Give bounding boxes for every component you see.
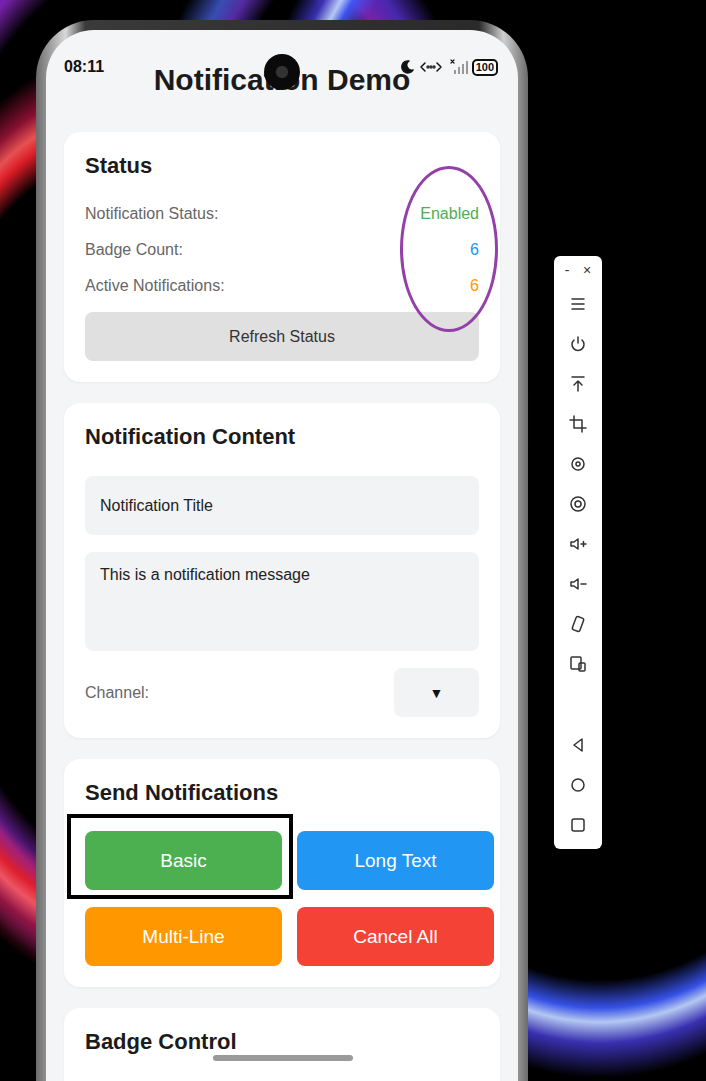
- home-indicator[interactable]: [213, 1055, 353, 1061]
- data-transfer-icon: [418, 59, 444, 75]
- badge-card: Badge Control: [64, 1008, 500, 1081]
- toolbar-button[interactable]: [554, 364, 602, 404]
- toolbar-button[interactable]: [554, 444, 602, 484]
- status-card: Status Notification Status: Enabled Badge C…: [64, 132, 500, 382]
- moon-icon: [398, 59, 414, 75]
- dropdown-arrow-icon: ▼: [430, 685, 444, 701]
- send-button[interactable]: Cancel All: [297, 907, 494, 966]
- toolbar-button[interactable]: [554, 404, 602, 444]
- badge-heading: Badge Control: [85, 1028, 479, 1056]
- toolbar-button[interactable]: [554, 524, 602, 564]
- channel-dropdown[interactable]: ▼: [394, 668, 479, 717]
- title-field[interactable]: Notification Title: [85, 476, 479, 535]
- volume-up-icon[interactable]: [569, 535, 587, 553]
- channel-row: Channel: ▼: [85, 668, 479, 717]
- battery-level: 100: [472, 59, 498, 76]
- back-icon[interactable]: [569, 736, 587, 754]
- status-icons: 100: [398, 59, 498, 76]
- toolbar-button[interactable]: [554, 644, 602, 684]
- power-icon[interactable]: [569, 335, 587, 353]
- phone-screen: 08:11100Notification DemoStatusNotificat…: [46, 30, 518, 1081]
- annotation-ellipse: [400, 166, 498, 332]
- toolbar-button[interactable]: [554, 484, 602, 524]
- card-list: Status Notification Status: Enabled Badge C…: [46, 98, 518, 1081]
- content-heading: Notification Content: [85, 423, 479, 451]
- toolbar-button[interactable]: [554, 604, 602, 644]
- send-button[interactable]: Multi-Line: [85, 907, 282, 966]
- button-label: Multi-Line: [142, 926, 224, 948]
- upload-icon[interactable]: [569, 375, 587, 393]
- status-row: Active Notifications: 6: [85, 268, 479, 304]
- nav-button[interactable]: [554, 725, 602, 765]
- status-label: Active Notifications:: [85, 277, 225, 295]
- status-row: Badge Count: 6: [85, 232, 479, 268]
- orientation-icon[interactable]: [569, 615, 587, 633]
- send-button[interactable]: Basic: [85, 831, 282, 890]
- send-card: Send Notifications Basic Long Text Multi-Li…: [64, 759, 500, 987]
- toolbar-button[interactable]: [554, 564, 602, 604]
- status-row: Notification Status: Enabled: [85, 196, 479, 232]
- phone-frame: 08:11100Notification DemoStatusNotificat…: [36, 20, 528, 1081]
- screenshot-icon[interactable]: [569, 495, 587, 513]
- status-value: Enabled: [420, 205, 479, 223]
- channel-label: Channel:: [85, 684, 149, 702]
- recents-icon[interactable]: [569, 816, 587, 834]
- toolbar-window-controls: -×: [554, 256, 602, 284]
- crop-icon[interactable]: [569, 415, 587, 433]
- annotation-rect: [67, 814, 293, 899]
- status-label: Badge Count:: [85, 241, 183, 259]
- nav-button[interactable]: [554, 765, 602, 805]
- clock: 08:11: [64, 58, 104, 76]
- status-label: Notification Status:: [85, 205, 218, 223]
- menu-icon[interactable]: [569, 295, 587, 313]
- message-field[interactable]: This is a notification message: [85, 552, 479, 651]
- signal-icon: [448, 59, 468, 75]
- button-label: Basic: [160, 850, 206, 872]
- status-value: 6: [470, 277, 479, 295]
- minimize-button[interactable]: -: [565, 262, 570, 278]
- button-label: Long Text: [354, 850, 436, 872]
- nav-button[interactable]: [554, 805, 602, 845]
- send-button[interactable]: Long Text: [297, 831, 494, 890]
- devices-icon[interactable]: [569, 655, 587, 673]
- refresh-button[interactable]: Refresh Status: [85, 312, 479, 361]
- status-heading: Status: [85, 152, 479, 180]
- rotate-icon[interactable]: [569, 455, 587, 473]
- home-icon[interactable]: [569, 776, 587, 794]
- button-label: Cancel All: [353, 926, 438, 948]
- send-heading: Send Notifications: [85, 779, 479, 807]
- emulator-toolbar: -×: [554, 256, 602, 849]
- camera-hole: [264, 54, 300, 90]
- toolbar-button[interactable]: [554, 324, 602, 364]
- status-rows: Notification Status: Enabled Badge Count: 6…: [85, 196, 479, 304]
- status-value: 6: [470, 241, 479, 259]
- content-card: Notification Content Notification Title Th…: [64, 403, 500, 738]
- close-button[interactable]: ×: [583, 262, 591, 278]
- send-buttons: Basic Long Text Multi-Line Cancel All: [85, 831, 494, 966]
- toolbar-button[interactable]: [554, 284, 602, 324]
- volume-down-icon[interactable]: [569, 575, 587, 593]
